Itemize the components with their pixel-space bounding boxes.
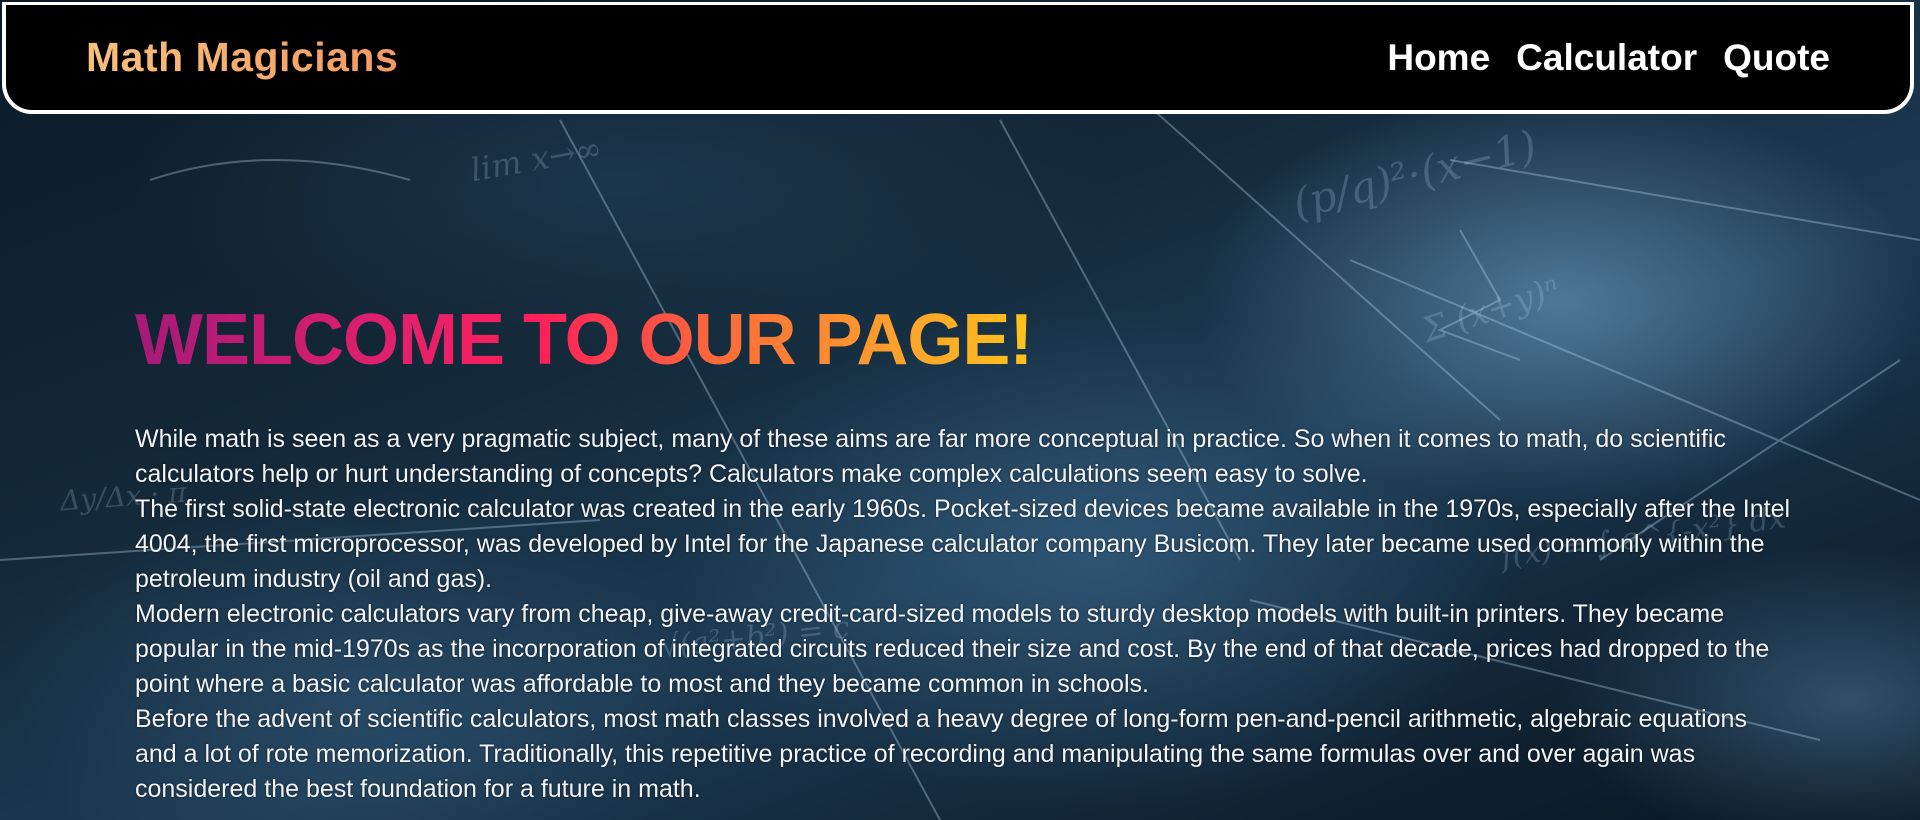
modern-calculators-paragraph: Modern electronic calculators vary from …	[135, 600, 1770, 698]
nav-item-calculator: Calculator	[1516, 37, 1697, 79]
main-content: WELCOME TO OUR PAGE! While math is seen …	[135, 300, 1795, 807]
page-title: WELCOME TO OUR PAGE!	[135, 300, 1033, 380]
nav-link-quote[interactable]: Quote	[1723, 37, 1830, 78]
nav-item-quote: Quote	[1723, 37, 1830, 79]
top-navbar: Math Magicians Home Calculator Quote	[2, 2, 1914, 114]
before-calculators-paragraph: Before the advent of scientific calculat…	[135, 705, 1747, 803]
page-root: (p/q)²·(x−1) Σ (x+y)ⁿ f(x) = ∫ e^{-x²} d…	[0, 0, 1920, 820]
nav-link-home[interactable]: Home	[1387, 37, 1490, 78]
history-paragraph: The first solid-state electronic calcula…	[135, 495, 1791, 593]
intro-paragraph: While math is seen as a very pragmatic s…	[135, 425, 1726, 488]
nav-item-home: Home	[1387, 37, 1490, 79]
nav-link-calculator[interactable]: Calculator	[1516, 37, 1697, 78]
brand-logo-text[interactable]: Math Magicians	[86, 34, 398, 81]
nav-links: Home Calculator Quote	[1387, 37, 1830, 79]
